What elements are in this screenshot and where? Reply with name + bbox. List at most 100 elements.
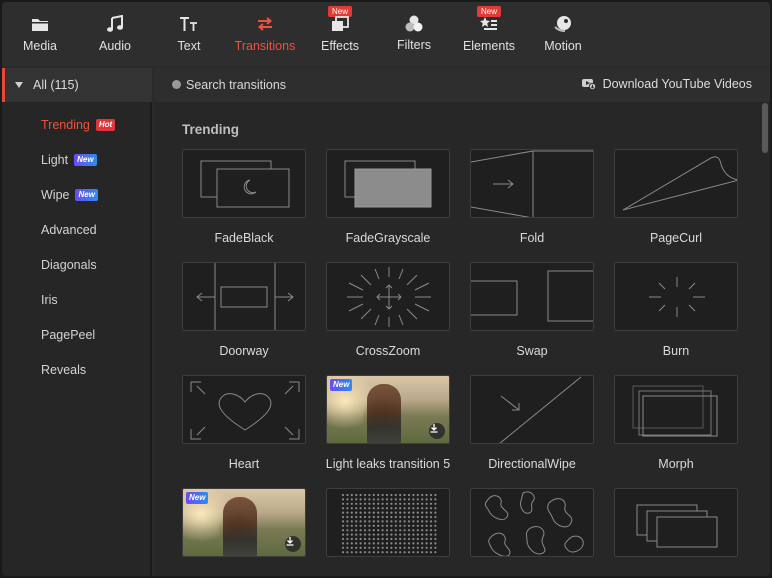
new-badge: New (74, 154, 97, 166)
hot-badge: Hot (95, 119, 116, 131)
transition-card-blobs[interactable] (470, 488, 594, 557)
tab-filters[interactable]: Filters (394, 2, 434, 66)
transition-card-crosszoom[interactable]: CrossZoom (326, 262, 450, 358)
transition-card-light-leaks[interactable]: New Light leaks transition 5 (326, 375, 450, 471)
transition-card-doorway[interactable]: Doorway (182, 262, 306, 358)
transition-label: Heart (228, 457, 260, 471)
tab-effects[interactable]: New Effects (320, 2, 360, 66)
download-icon[interactable] (429, 423, 445, 439)
transition-label: DirectionalWipe (488, 457, 576, 471)
filters-icon (402, 14, 426, 34)
sidebar-item-reveals[interactable]: Reveals (41, 360, 86, 380)
top-toolbar: Media Audio Text Transitions New Effects… (2, 2, 770, 66)
motion-icon (551, 14, 575, 34)
new-badge: New (75, 189, 98, 201)
transition-card-morph[interactable]: Morph (614, 375, 738, 471)
photo-thumbnail: New (326, 375, 450, 444)
layers-icon (614, 488, 738, 557)
download-youtube-label: Download YouTube Videos (602, 77, 752, 91)
transition-label: FadeGrayscale (345, 231, 431, 245)
transition-card-burn[interactable]: Burn (614, 262, 738, 358)
tab-media-label: Media (22, 39, 58, 53)
download-icon[interactable] (285, 536, 301, 552)
category-sidebar: All (115) Trending Hot Light New Wipe Ne… (2, 68, 152, 576)
download-youtube-button[interactable]: Download YouTube Videos (581, 77, 752, 91)
crosszoom-icon (326, 262, 450, 331)
search-bar: Download YouTube Videos (154, 68, 770, 102)
transition-card-dots[interactable] (326, 488, 450, 557)
transition-label: Doorway (219, 344, 269, 358)
tab-elements[interactable]: New Elements (462, 2, 516, 66)
tab-text-label: Text (177, 39, 201, 53)
transition-label: Light leaks transition 5 (325, 457, 451, 471)
fadeblack-icon (182, 149, 306, 218)
transition-card-heart[interactable]: Heart (182, 375, 306, 471)
music-note-icon (103, 14, 127, 34)
doorway-icon (182, 262, 306, 331)
transition-card-swap[interactable]: Swap (470, 262, 594, 358)
transition-card-directionalwipe[interactable]: DirectionalWipe (470, 375, 594, 471)
search-input[interactable] (186, 76, 446, 94)
transition-card-fadeblack[interactable]: FadeBlack (182, 149, 306, 245)
fold-icon (470, 149, 594, 218)
tab-audio[interactable]: Audio (95, 2, 135, 66)
sidebar-item-advanced[interactable]: Advanced (41, 220, 97, 240)
heart-icon (182, 375, 306, 444)
transition-card-fold[interactable]: Fold (470, 149, 594, 245)
pagecurl-icon (614, 149, 738, 218)
transition-label: CrossZoom (355, 344, 421, 358)
sidebar-item-iris[interactable]: Iris (41, 290, 58, 310)
transition-label: PageCurl (649, 231, 703, 245)
dots-grid-icon (326, 488, 450, 557)
sidebar-all-label: All (115) (33, 78, 79, 92)
effects-icon (328, 14, 352, 34)
tab-audio-label: Audio (99, 39, 131, 53)
transition-label: Fold (519, 231, 545, 245)
transitions-arrows-icon (253, 14, 277, 34)
tab-motion[interactable]: Motion (543, 2, 583, 66)
tab-effects-label: Effects (321, 39, 359, 53)
blobs-icon (470, 488, 594, 557)
transition-card-layers[interactable] (614, 488, 738, 557)
sidebar-item-pagepeel[interactable]: PagePeel (41, 325, 95, 345)
search-icon (172, 80, 181, 89)
sidebar-item-trending[interactable]: Trending Hot (41, 115, 116, 135)
app-window: Media Audio Text Transitions New Effects… (2, 2, 770, 576)
sidebar-item-label: Trending (41, 118, 90, 132)
tab-text[interactable]: Text (169, 2, 209, 66)
elements-icon (477, 14, 501, 34)
transitions-panel: Download YouTube Videos Trending FadeBla… (154, 68, 770, 576)
tab-motion-label: Motion (544, 39, 582, 53)
transition-card-photo-2[interactable]: New (182, 488, 306, 557)
caret-down-icon (15, 82, 23, 88)
swap-icon (470, 262, 594, 331)
section-title: Trending (182, 122, 239, 137)
download-video-icon (581, 78, 596, 90)
sidebar-all-category[interactable]: All (115) (2, 68, 152, 102)
transitions-grid: Trending FadeBlack FadeGrayscale Fold Pa… (154, 102, 760, 576)
scrollbar-thumb[interactable] (762, 103, 768, 153)
tab-transitions-label: Transitions (234, 39, 296, 53)
transition-label: Swap (516, 344, 548, 358)
transition-card-pagecurl[interactable]: PageCurl (614, 149, 738, 245)
sidebar-item-label: Wipe (41, 188, 70, 202)
directionalwipe-icon (470, 375, 594, 444)
sidebar-item-label: Advanced (41, 223, 97, 237)
sidebar-item-label: Reveals (41, 363, 87, 377)
photo-thumbnail: New (182, 488, 306, 557)
transition-card-fadegrayscale[interactable]: FadeGrayscale (326, 149, 450, 245)
tab-media[interactable]: Media (20, 2, 60, 66)
text-icon (177, 14, 201, 34)
tab-transitions[interactable]: Transitions (234, 2, 296, 66)
sidebar-item-light[interactable]: Light New (41, 150, 97, 170)
tab-elements-label: Elements (462, 39, 516, 53)
sidebar-item-label: PagePeel (41, 328, 96, 342)
sidebar-item-label: Light (41, 153, 69, 167)
sidebar-item-diagonals[interactable]: Diagonals (41, 255, 97, 275)
scrollbar[interactable] (760, 102, 768, 576)
transition-label: FadeBlack (214, 231, 274, 245)
burn-icon (614, 262, 738, 331)
sidebar-item-wipe[interactable]: Wipe New (41, 185, 98, 205)
transition-label: Burn (662, 344, 690, 358)
folder-icon (28, 14, 52, 34)
